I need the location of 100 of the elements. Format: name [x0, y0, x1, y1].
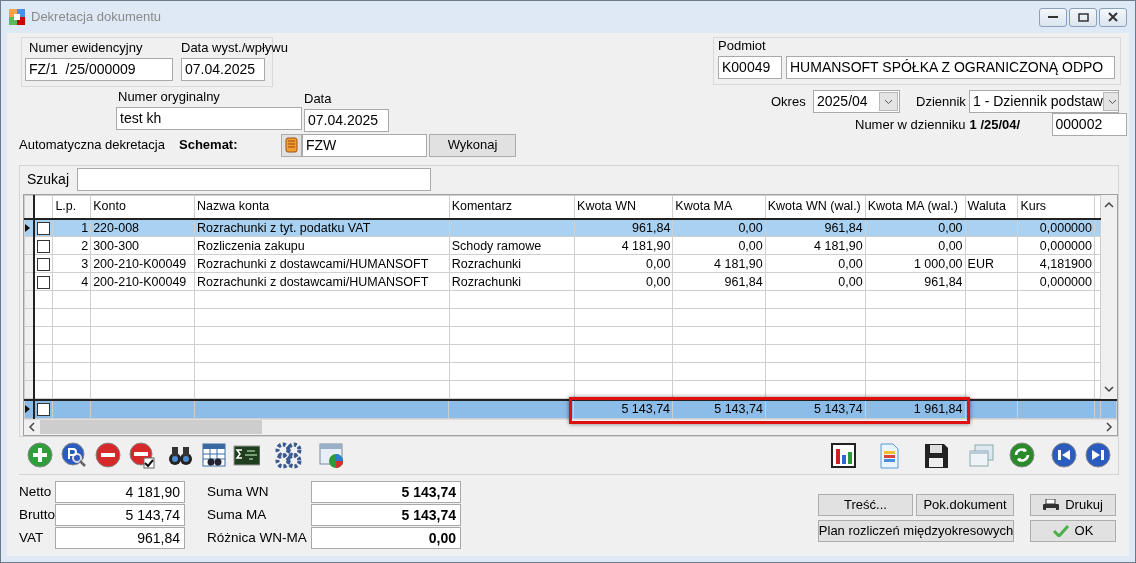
column-header[interactable]: Waluta: [965, 195, 1018, 219]
previous-icon[interactable]: [1051, 442, 1078, 469]
table-cell: 0,00: [738, 238, 763, 253]
summary-label: Różnica WN-MA: [207, 528, 308, 547]
add-icon[interactable]: [27, 442, 54, 469]
table-cell: Rozrachunki: [451, 256, 522, 271]
date-field[interactable]: 07.04.2025: [304, 108, 389, 132]
dialog-button[interactable]: Plan rozliczeń międzyokresowych: [818, 519, 1014, 542]
total-cell: 5 143,74: [714, 402, 763, 417]
checkbox[interactable]: [37, 403, 51, 417]
table-cell: Rozliczenia zakupu: [197, 238, 305, 253]
refresh-icon[interactable]: [1009, 442, 1036, 469]
search-icon[interactable]: [61, 442, 88, 469]
table-cell: 2: [81, 238, 89, 253]
column-header[interactable]: Kwota MA (wal.): [865, 195, 966, 219]
checkbox[interactable]: [37, 257, 51, 271]
column-header[interactable]: Kwota WN (wal.): [765, 195, 866, 219]
input-field[interactable]: test kh: [116, 106, 302, 130]
table-cell: 0,00: [938, 220, 963, 235]
maximize-icon: [1077, 12, 1089, 22]
table-cell: 961,84: [824, 220, 863, 235]
table-row[interactable]: 3 200-210-K00049 Rozrachunki z dostawcami/HUMANSOFT Rozrachunki 0,00 4 181,90 0,00 1 000,00 EUR 4,181900: [24, 254, 1101, 273]
column-header[interactable]: Kurs: [1017, 195, 1095, 219]
scroll-right-icon[interactable]: [1105, 422, 1113, 432]
column-header[interactable]: L.p.: [52, 195, 91, 219]
save-icon[interactable]: [922, 442, 949, 469]
summary-field: 5 143,74: [55, 504, 185, 526]
scroll-up-icon[interactable]: [1104, 201, 1114, 209]
table-cell: 0,00: [646, 256, 671, 271]
field-label: Numer ewidencyjny: [29, 39, 144, 57]
window-chart-icon[interactable]: [318, 442, 345, 469]
book-button[interactable]: [281, 133, 302, 157]
input-field[interactable]: HUMANSOFT SPÓŁKA Z OGRANICZONĄ ODPO: [786, 55, 1115, 79]
journal-dropdown[interactable]: 1 - Dziennik podstaw: [969, 90, 1119, 113]
total-cell: 1 961,84: [913, 402, 963, 417]
bar-chart-icon[interactable]: [830, 442, 857, 469]
period-dropdown[interactable]: 2025/04: [813, 90, 900, 113]
close-button[interactable]: [1099, 7, 1127, 27]
column-header[interactable]: Konto: [90, 195, 195, 219]
input-field[interactable]: K00049: [718, 55, 782, 79]
table-cell: 0,00: [838, 274, 863, 289]
dialog-button[interactable]: OK: [1030, 519, 1116, 542]
summary-field: 4 181,90: [55, 481, 185, 503]
table-row[interactable]: 2 300-300 Rozliczenia zakupu Schody ramowe 4 181,90 0,00 4 181,90 0,00 0,000000: [24, 236, 1101, 255]
dialog-button[interactable]: Drukuj: [1030, 494, 1116, 516]
field-label: Szukaj: [27, 170, 70, 189]
input-field[interactable]: FZW: [302, 133, 427, 157]
table-cell: 300-300: [93, 238, 140, 253]
field-label: Okres: [771, 92, 807, 111]
summary-label: Suma WN: [207, 482, 270, 501]
table-cell: 4,181900: [1039, 256, 1092, 271]
table-cell: 961,84: [632, 220, 671, 235]
table-cell: 0,00: [838, 256, 863, 271]
column-header[interactable]: Nazwa konta: [194, 195, 450, 219]
checkbox[interactable]: [37, 239, 51, 253]
table-cell: Schody ramowe: [451, 238, 542, 253]
table-search-icon[interactable]: [201, 442, 228, 469]
minimize-button[interactable]: [1039, 7, 1067, 27]
table-row[interactable]: 1 220-008 Rozrachunki z tyt. podatku VAT 961,84 0,00 961,84 0,00 0,000000: [24, 218, 1101, 237]
checkbox[interactable]: [37, 221, 51, 235]
next-icon[interactable]: [1085, 442, 1112, 469]
sigma-board-icon[interactable]: [233, 442, 260, 469]
window-title: Dekretacja dokumentu: [31, 8, 162, 27]
field-label: Podmiot: [718, 37, 767, 55]
scroll-left-icon[interactable]: [28, 422, 36, 432]
table-cell: 0,00: [738, 220, 763, 235]
scroll-down-icon[interactable]: [1104, 385, 1114, 393]
search-field[interactable]: [77, 168, 432, 191]
dialog-button[interactable]: Pok.dokument: [916, 494, 1014, 516]
field-label: Numer oryginalny: [117, 88, 221, 106]
column-header[interactable]: Kwota WN: [574, 195, 673, 219]
table-cell: EUR: [967, 256, 994, 271]
table-cell: Rozrachunki z dostawcami/HUMANSOFT: [197, 256, 429, 271]
table-cell: 0,00: [646, 274, 671, 289]
summary-field: 961,84: [55, 527, 185, 549]
table-cell: 3: [81, 256, 89, 271]
field-label: Numer w dzienniku: [855, 115, 966, 134]
column-header[interactable]: Komentarz: [449, 195, 575, 219]
table-cell: 961,84: [924, 274, 963, 289]
table-cell: 0,000000: [1039, 238, 1092, 253]
table-cell: 961,84: [724, 274, 763, 289]
maximize-button[interactable]: [1069, 7, 1097, 27]
check-icon: [1052, 524, 1069, 537]
input-field[interactable]: FZ/1 /25/000009: [25, 57, 173, 81]
run-button[interactable]: Wykonaj: [429, 133, 516, 157]
column-header[interactable]: Kwota MA: [672, 195, 766, 219]
table-cell: 4 181,90: [814, 238, 863, 253]
table-row[interactable]: 4 200-210-K00049 Rozrachunki z dostawcami/HUMANSOFT Rozrachunki 0,00 961,84 0,00 961,84 0,000000: [24, 272, 1101, 291]
gears-icon[interactable]: [275, 442, 302, 469]
remove-selected-icon[interactable]: [129, 442, 156, 469]
input-field[interactable]: 000002: [1051, 113, 1127, 136]
vertical-scrollbar[interactable]: [1101, 195, 1117, 399]
checkbox[interactable]: [37, 275, 51, 289]
remove-icon[interactable]: [95, 442, 122, 469]
date-field[interactable]: 07.04.2025: [181, 57, 265, 81]
table-cell: 1 000,00: [913, 256, 963, 271]
dialog-button[interactable]: Treść...: [818, 494, 913, 516]
summary-field: 5 143,74: [311, 481, 461, 503]
chevron-down-icon: [884, 98, 893, 105]
journal-prefix: 1 /25/04/: [969, 115, 1022, 134]
